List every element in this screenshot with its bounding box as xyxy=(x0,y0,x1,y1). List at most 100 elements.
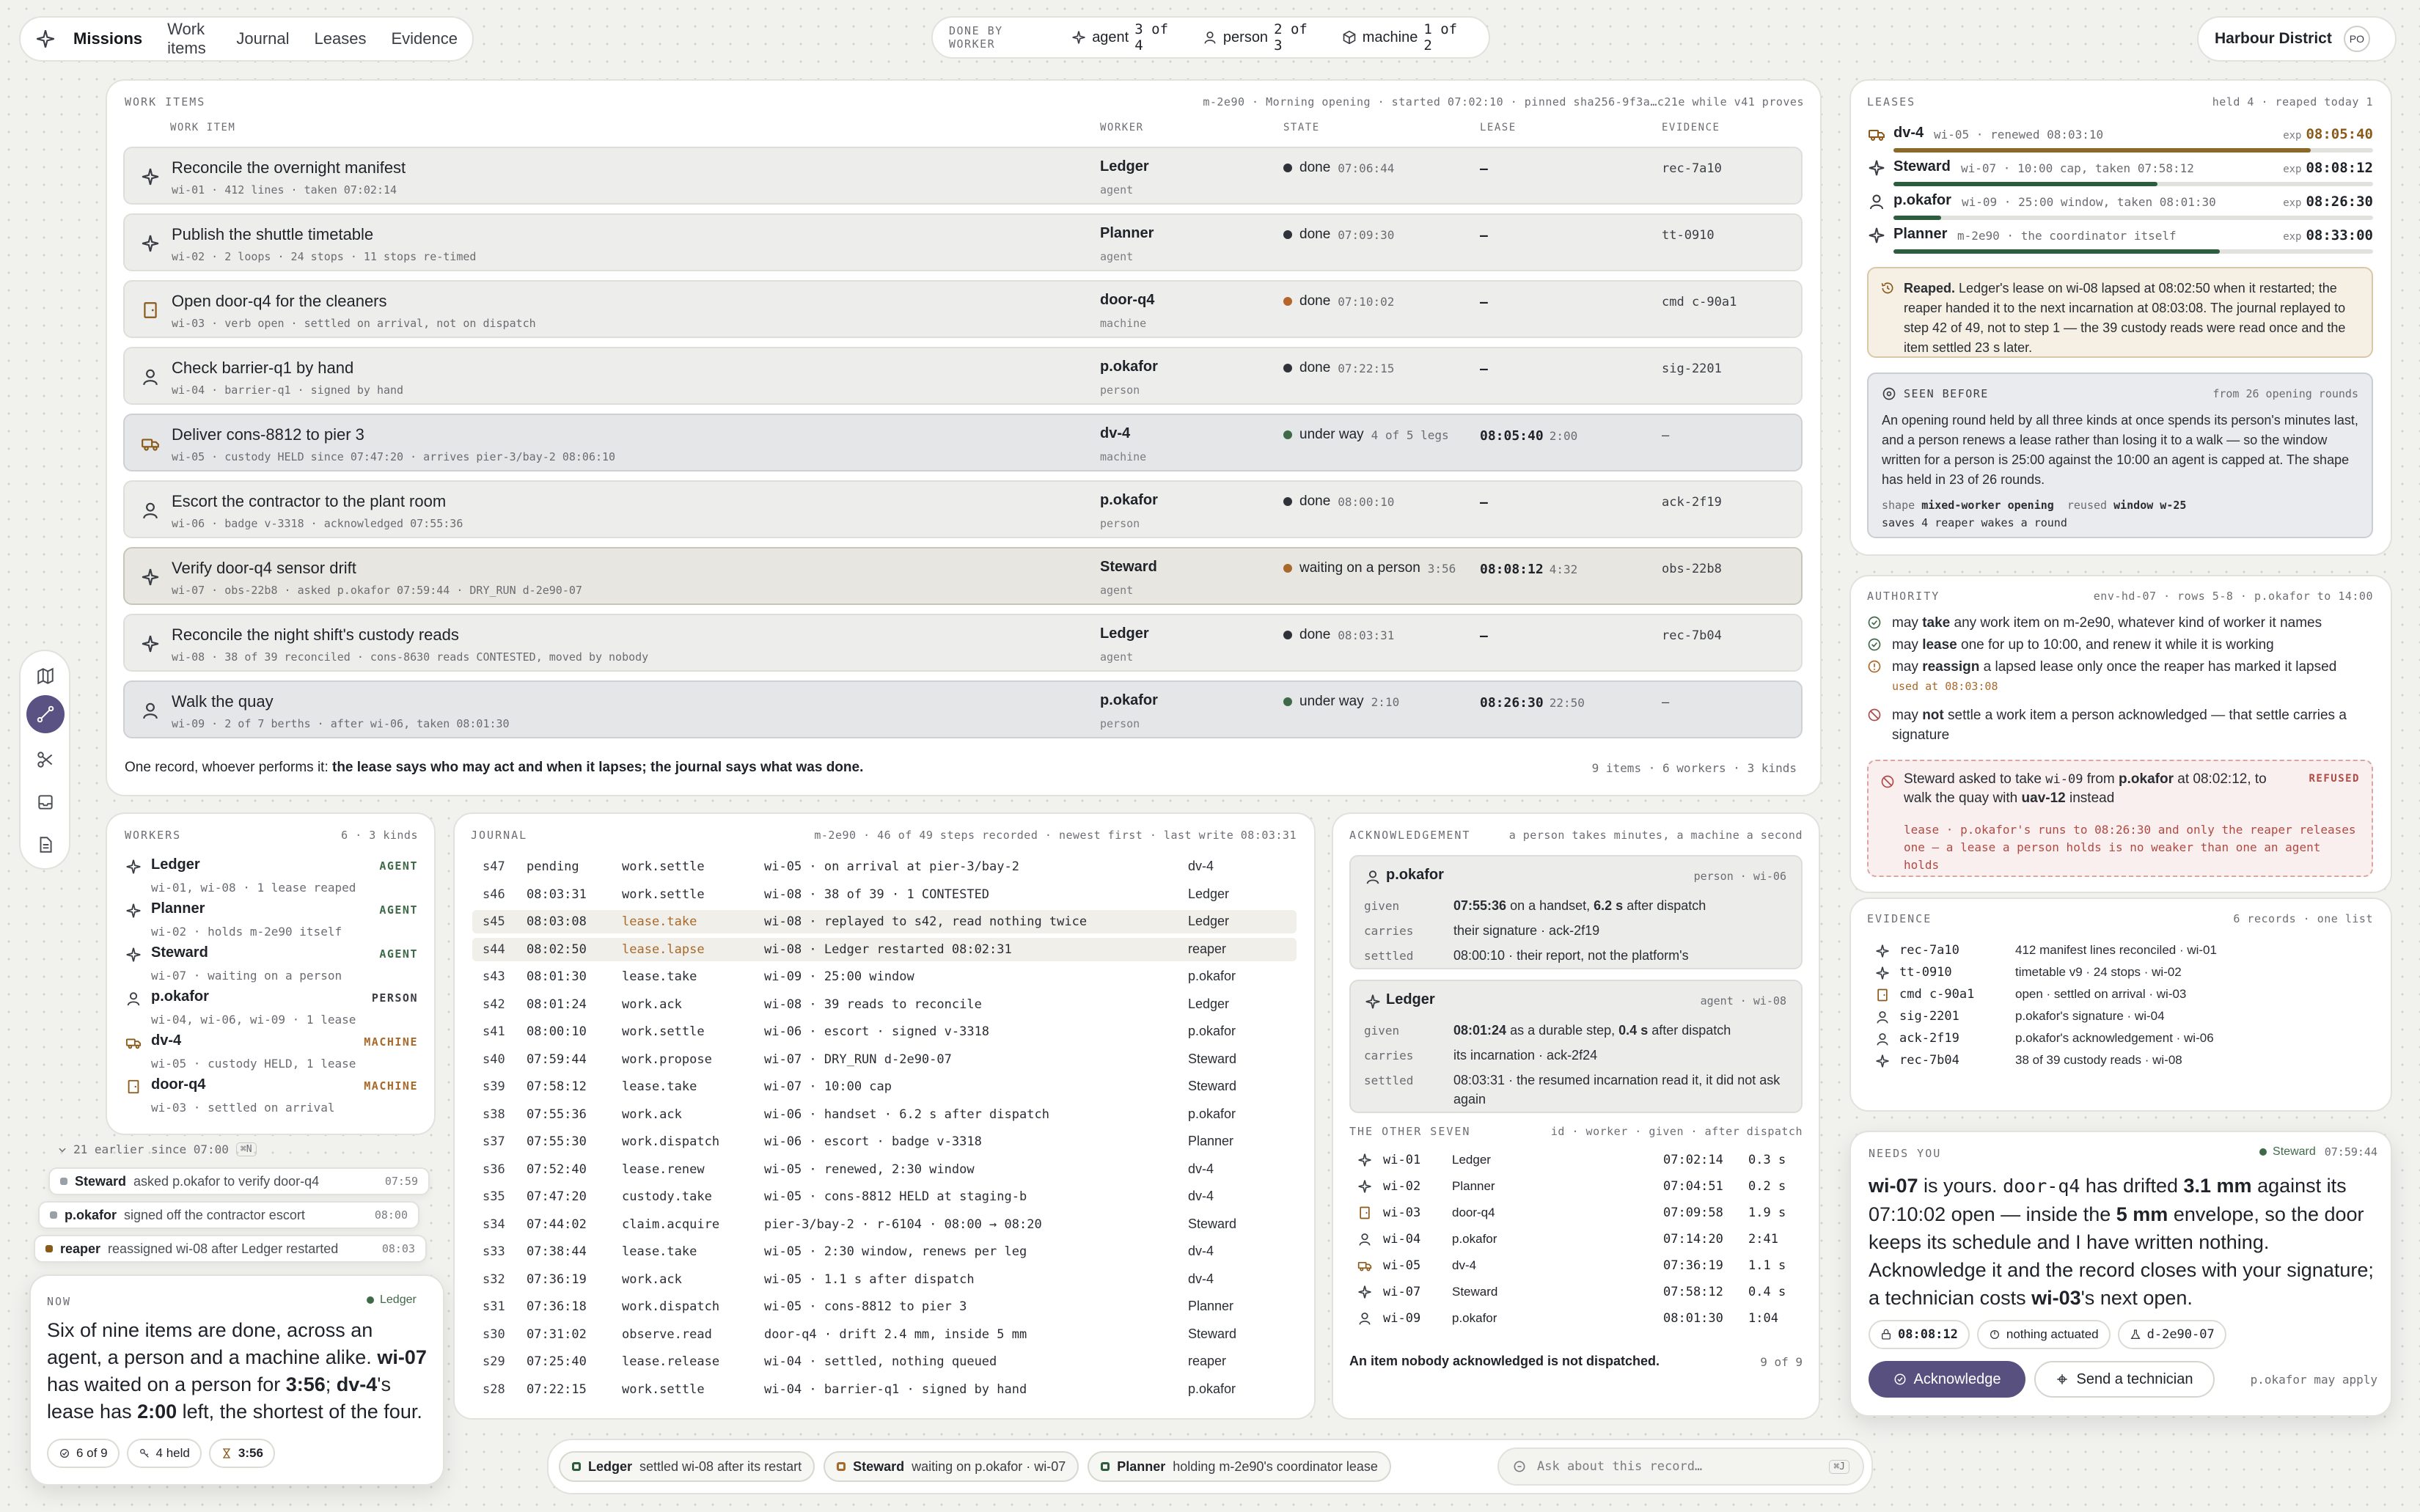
ack-row[interactable]: wi-01 Ledger 07:02:14 0.3 s xyxy=(1357,1147,1803,1172)
journal-row[interactable]: s36 07:52:40 lease.renew wi-05 · renewed, 2… xyxy=(472,1158,1297,1181)
work-item-kind: agent xyxy=(1100,584,1134,597)
logo-icon[interactable] xyxy=(35,28,56,50)
ack-row[interactable]: wi-07 Steward 07:58:12 0.4 s xyxy=(1357,1279,1803,1304)
check-circle-icon xyxy=(1893,1373,1907,1386)
lease-row[interactable]: p.okafor wi-09 · 25:00 window, taken 08:0… xyxy=(1867,191,2373,227)
worker-row[interactable]: Ledger wi-01, wi-08 · 1 lease reaped AGENT xyxy=(125,856,418,899)
journal-row[interactable]: s34 07:44:02 claim.acquire pier-3/bay-2 · r… xyxy=(472,1213,1297,1236)
scissors-icon[interactable] xyxy=(35,749,56,770)
journal-op: claim.acquire xyxy=(622,1216,720,1232)
notice-row[interactable]: p.okafor signed off the contractor escort… xyxy=(38,1201,419,1229)
lease-row[interactable]: Planner m-2e90 · the coordinator itself ex… xyxy=(1867,224,2373,261)
worker-row[interactable]: Steward wi-07 · waiting on a person AGENT xyxy=(125,944,418,987)
journal-row[interactable]: s35 07:47:20 custody.take wi-05 · cons-8812… xyxy=(472,1185,1297,1208)
journal-row[interactable]: s28 07:22:15 work.settle wi-04 · barrier-q1… xyxy=(472,1378,1297,1401)
journal-row[interactable]: s37 07:55:30 work.dispatch wi-06 · escort ·… xyxy=(472,1130,1297,1153)
evidence-row[interactable]: tt-0910 timetable v9 · 24 stops · wi-02 xyxy=(1874,964,2373,986)
worker-row[interactable]: dv-4 wi-05 · custody HELD, 1 lease MACHINE xyxy=(125,1032,418,1075)
activity-chip[interactable]: Ledger settled wi-08 after its restart xyxy=(559,1451,815,1482)
activity-chip[interactable]: Steward waiting on p.okafor · wi-07 xyxy=(824,1451,1079,1482)
journal-row[interactable]: s46 08:03:31 work.settle wi-08 · 38 of 39 ·… xyxy=(472,883,1297,906)
evidence-row[interactable]: sig-2201 p.okafor's signature · wi-04 xyxy=(1874,1008,2373,1030)
inbox-icon[interactable] xyxy=(35,792,56,812)
lease-row[interactable]: dv-4 wi-05 · renewed 08:03:10 exp 08:05:40 xyxy=(1867,123,2373,160)
nav-missions[interactable]: Missions xyxy=(73,29,142,48)
journal-row[interactable]: s39 07:58:12 lease.take wi-07 · 10:00 cap St… xyxy=(472,1075,1297,1098)
journal-step: s45 xyxy=(483,914,505,929)
ack-row[interactable]: wi-05 dv-4 07:36:19 1.1 s xyxy=(1357,1252,1803,1277)
evidence-row[interactable]: rec-7a10 412 manifest lines reconciled · … xyxy=(1874,942,2373,964)
journal-row[interactable]: s33 07:38:44 lease.take wi-05 · 2:30 window… xyxy=(472,1240,1297,1263)
worker-desc: wi-02 · holds m-2e90 itself xyxy=(151,925,342,939)
work-item-row[interactable]: Check barrier-q1 by hand wi-04 · barrier-… xyxy=(123,347,1803,405)
journal-row[interactable]: s45 08:03:08 lease.take wi-08 · replayed to… xyxy=(472,910,1297,933)
work-item-row[interactable]: Deliver cons-8812 to pier 3 wi-05 · custo… xyxy=(123,414,1803,471)
done-machine-kind: machine xyxy=(1362,29,1418,45)
ack-row[interactable]: wi-04 p.okafor 07:14:20 2:41 xyxy=(1357,1226,1803,1251)
journal-row[interactable]: s42 08:01:24 work.ack wi-08 · 39 reads to r… xyxy=(472,993,1297,1016)
activity-chip[interactable]: Planner holding m-2e90's coordinator leas… xyxy=(1088,1451,1391,1482)
work-item-row[interactable]: Walk the quay wi-09 · 2 of 7 berths · aft… xyxy=(123,680,1803,738)
nav-evidence[interactable]: Evidence xyxy=(391,29,458,48)
journal-row[interactable]: s31 07:36:18 work.dispatch wi-05 · cons-881… xyxy=(472,1295,1297,1318)
map-icon[interactable] xyxy=(35,666,56,686)
ack-row[interactable]: wi-03 door-q4 07:09:58 1.9 s xyxy=(1357,1200,1803,1225)
district-switcher[interactable]: Harbour District PO xyxy=(2197,16,2397,62)
work-item-lease: — xyxy=(1480,228,1488,243)
journal-row[interactable]: s47 pending work.settle wi-05 · on arrival … xyxy=(472,855,1297,878)
worker-row[interactable]: p.okafor wi-04, wi-06, wi-09 · 1 lease PER… xyxy=(125,988,418,1031)
ack-row[interactable]: wi-02 Planner 07:04:51 0.2 s xyxy=(1357,1173,1803,1198)
work-item-row[interactable]: Verify door-q4 sensor drift wi-07 · obs-2… xyxy=(123,547,1803,605)
work-item-row[interactable]: Publish the shuttle timetable wi-02 · 2 l… xyxy=(123,213,1803,271)
status-bar: Ledger settled wi-08 after its restart Ste… xyxy=(547,1439,1873,1494)
ack-row-after: 0.4 s xyxy=(1748,1285,1786,1299)
journal-row[interactable]: s30 07:31:02 observe.read door-q4 · drift 2… xyxy=(472,1323,1297,1346)
notice-row[interactable]: reaper reassigned wi-08 after Ledger rest… xyxy=(34,1235,427,1263)
tag-lease-exp: 08:08:12 xyxy=(1869,1320,1970,1349)
send-technician-button[interactable]: Send a technician xyxy=(2034,1361,2215,1398)
nav-leases[interactable]: Leases xyxy=(315,29,367,48)
needs-tags: 08:08:12 nothing actuated d-2e90-07 xyxy=(1869,1320,2234,1349)
chevron-down-icon xyxy=(57,1145,67,1155)
state-dot xyxy=(1283,564,1292,573)
worker-row[interactable]: door-q4 wi-03 · settled on arrival MACHINE xyxy=(125,1076,418,1119)
worker-row[interactable]: Planner wi-02 · holds m-2e90 itself AGENT xyxy=(125,900,418,943)
journal-row[interactable]: s44 08:02:50 lease.lapse wi-08 · Ledger res… xyxy=(472,937,1297,961)
ack-row-given: 07:58:12 xyxy=(1663,1285,1723,1299)
journal-row[interactable]: s38 07:55:36 work.ack wi-06 · handset · 6.2… xyxy=(472,1103,1297,1126)
journal-detail: wi-06 · handset · 6.2 s after dispatch xyxy=(764,1107,1049,1122)
ack-row[interactable]: wi-09 p.okafor 08:01:30 1:04 xyxy=(1357,1305,1803,1330)
work-item-sub: wi-03 · verb open · settled on arrival, … xyxy=(172,317,536,330)
work-item-row[interactable]: Escort the contractor to the plant room w… xyxy=(123,480,1803,538)
needs-who: Steward xyxy=(2273,1145,2316,1158)
avatar[interactable]: PO xyxy=(2343,26,2370,52)
earlier-toggle[interactable]: 21 earlier since 07:00 ⌘N xyxy=(57,1142,257,1156)
leases-title: LEASES xyxy=(1867,95,1916,109)
evidence-row[interactable]: cmd c-90a1 open · settled on arrival · wi… xyxy=(1874,986,2373,1008)
lease-desc: wi-07 · 10:00 cap, taken 07:58:12 xyxy=(1961,161,2194,175)
worker-name: dv-4 xyxy=(151,1032,182,1049)
journal-row[interactable]: s32 07:36:19 work.ack wi-05 · 1.1 s after d… xyxy=(472,1268,1297,1291)
work-item-row[interactable]: Open door-q4 for the cleaners wi-03 · ver… xyxy=(123,280,1803,338)
acknowledge-button[interactable]: Acknowledge xyxy=(1869,1361,2025,1398)
evidence-row[interactable]: rec-7b04 38 of 39 custody reads · wi-08 xyxy=(1874,1052,2373,1074)
journal-row[interactable]: s43 08:01:30 lease.take wi-09 · 25:00 windo… xyxy=(472,965,1297,988)
lease-row[interactable]: Steward wi-07 · 10:00 cap, taken 07:58:12… xyxy=(1867,157,2373,194)
ask-input[interactable]: Ask about this record… ⌘J xyxy=(1497,1447,1864,1486)
route-icon[interactable] xyxy=(26,695,65,733)
nav-work-items[interactable]: Work items xyxy=(167,20,211,58)
journal-row[interactable]: s40 07:59:44 work.propose wi-07 · DRY_RUN d… xyxy=(472,1048,1297,1071)
nav-journal[interactable]: Journal xyxy=(236,29,289,48)
person-icon xyxy=(1203,30,1217,45)
evidence-row[interactable]: ack-2f19 p.okafor's acknowledgement · wi-… xyxy=(1874,1030,2373,1052)
work-item-row[interactable]: Reconcile the overnight manifest wi-01 · … xyxy=(123,147,1803,205)
journal-row[interactable]: s29 07:25:40 lease.release wi-04 · settled,… xyxy=(472,1350,1297,1373)
person-icon xyxy=(1364,868,1382,886)
notice-row[interactable]: Steward asked p.okafor to verify door-q4 0… xyxy=(48,1167,430,1195)
journal-row[interactable]: s41 08:00:10 work.settle wi-06 · escort · s… xyxy=(472,1020,1297,1043)
document-icon[interactable] xyxy=(35,834,56,855)
work-item-row[interactable]: Reconcile the night shift's custody read… xyxy=(123,614,1803,672)
reaped-text: Ledger's lease on wi-08 lapsed at 08:02:… xyxy=(1904,281,2346,355)
ack-row-given: 07:36:19 xyxy=(1663,1258,1723,1273)
journal-op: work.ack xyxy=(622,1107,682,1122)
